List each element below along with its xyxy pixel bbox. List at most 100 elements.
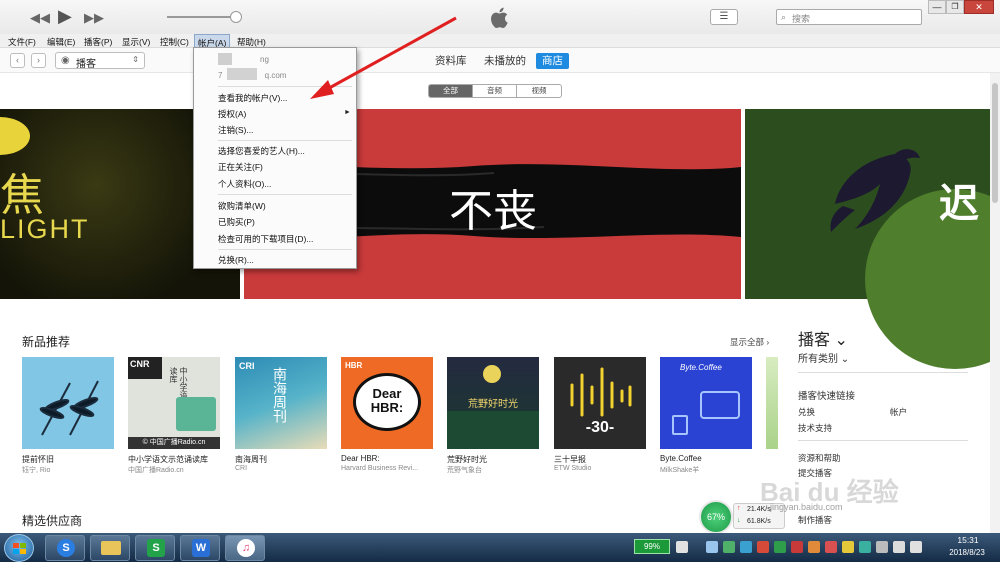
swallow-bird-icon	[830, 149, 920, 232]
see-all-link[interactable]: 显示全部 ›	[730, 336, 769, 348]
menu-wishlist[interactable]: 欲购清单(W)	[218, 200, 266, 212]
tile-7-name[interactable]: Byte.Coffee	[660, 454, 702, 463]
menu-edit[interactable]: 编辑(E)	[47, 36, 75, 48]
new-releases-title: 新品推荐	[22, 335, 71, 349]
back-button[interactable]: ‹	[10, 53, 25, 68]
network-percent-badge[interactable]: 67%	[699, 500, 733, 534]
menu-sign-out[interactable]: 注销(S)...	[218, 124, 253, 136]
podcast-tile-4[interactable]: HBR Dear HBR:	[341, 357, 433, 449]
sidebar-divider-1	[798, 372, 968, 373]
tile-3-name[interactable]: 南海周刊	[235, 454, 267, 465]
thirty-title: -30-	[585, 419, 615, 436]
tile-2-name[interactable]: 中小学语文示范诵读库	[128, 454, 208, 465]
sidebar-support[interactable]: 技术支持	[798, 422, 832, 434]
taskbar-date[interactable]: 2018/8/23	[940, 548, 994, 557]
tile-6-name[interactable]: 三十早报	[554, 454, 586, 465]
tile-5-author[interactable]: 荒野气象台	[447, 465, 482, 475]
banner-right[interactable]: 迟	[745, 109, 1000, 369]
sidebar-make[interactable]: 制作播客	[798, 514, 832, 526]
volume-tray-icon[interactable]	[910, 541, 922, 553]
tile-7-author[interactable]: MilkShake羊	[660, 465, 699, 475]
menu-purchased[interactable]: 已购买(P)	[218, 216, 255, 228]
tile-5-name[interactable]: 荒野好时光	[447, 454, 487, 465]
segment-audio[interactable]: 音频	[473, 85, 517, 97]
menu-bar: 文件(F) 编辑(E) 播客(P) 显示(V) 控制(C) 帐户(A) 帮助(H…	[0, 34, 1000, 48]
menu-file[interactable]: 文件(F)	[8, 36, 36, 48]
menu-view-account[interactable]: 查看我的帐户(V)...	[218, 92, 287, 104]
tray-icon-4[interactable]	[740, 541, 752, 553]
taskbar-time[interactable]: 15:31	[948, 535, 988, 545]
tray-icon-2[interactable]	[706, 541, 718, 553]
taskbar-sheets-icon[interactable]: S	[135, 535, 175, 561]
tile-2-author[interactable]: 中国广播Radio.cn	[128, 465, 184, 475]
restore-button[interactable]: ❐	[946, 0, 964, 14]
tile-1-name[interactable]: 提前怀旧	[22, 454, 54, 465]
podcast-tile-7[interactable]: Byte.Coffee	[660, 357, 752, 449]
laptop-shape	[700, 391, 740, 419]
menu-separator	[218, 194, 352, 195]
tray-icon-11[interactable]	[859, 541, 871, 553]
fast-forward-icon[interactable]: ▶▶	[84, 10, 104, 26]
battery-indicator[interactable]: 99%	[634, 539, 670, 554]
tile-6-author[interactable]: ETW Studio	[554, 465, 591, 472]
volume-knob[interactable]	[230, 11, 242, 23]
media-type-select[interactable]: ◉ 播客 ⇕	[55, 52, 145, 70]
podcast-tile-5[interactable]: 荒野好时光	[447, 357, 539, 449]
tile-4-name[interactable]: Dear HBR:	[341, 454, 380, 463]
taskbar-explorer-icon[interactable]	[90, 535, 130, 561]
rewind-icon[interactable]: ◀◀	[30, 10, 50, 26]
taskbar-writer-icon[interactable]: W	[180, 535, 220, 561]
sidebar-account[interactable]: 帐户	[890, 406, 907, 418]
taskbar-itunes-icon[interactable]: ♫	[225, 535, 265, 561]
tray-icon-13[interactable]	[893, 541, 905, 553]
podcast-tile-8-partial[interactable]	[766, 357, 778, 449]
tile-1-author[interactable]: 钰宁, Rio	[22, 465, 50, 475]
podcast-tile-1[interactable]	[22, 357, 114, 449]
list-view-button[interactable]: ☰	[710, 9, 738, 25]
scrollbar-thumb[interactable]	[992, 83, 998, 203]
tray-icon-8[interactable]	[808, 541, 820, 553]
tile-3-author[interactable]: CRI	[235, 465, 247, 472]
title-bar: ◀◀ ▶ ▶▶ ☰ ⌕ 搜索 — ❐ ✕	[0, 0, 1000, 34]
forward-button[interactable]: ›	[31, 53, 46, 68]
tray-icon-12[interactable]	[876, 541, 888, 553]
podcast-tile-6[interactable]: -30-	[554, 357, 646, 449]
podcast-tile-2[interactable]: CNR 中小学语文示范诵读库 © 中国广播Radio.cn	[128, 357, 220, 449]
search-field[interactable]: ⌕ 搜索	[776, 9, 922, 25]
menu-view[interactable]: 显示(V)	[122, 36, 150, 48]
menu-check-downloads[interactable]: 检查可用的下载项目(D)...	[218, 233, 313, 245]
tray-icon-3[interactable]	[723, 541, 735, 553]
minimize-button[interactable]: —	[928, 0, 946, 14]
menu-account[interactable]: 帐户(A)	[194, 34, 231, 48]
tray-icon-1[interactable]	[676, 541, 688, 553]
windows-orb-icon[interactable]	[4, 534, 34, 562]
menu-choose-artists[interactable]: 选择您喜爱的艺人(H)...	[218, 145, 305, 157]
menu-following[interactable]: 正在关注(F)	[218, 161, 263, 173]
tray-icon-7[interactable]	[791, 541, 803, 553]
sidebar-title[interactable]: 播客 ⌄	[798, 326, 848, 350]
menu-profile[interactable]: 个人资料(O)...	[218, 178, 271, 190]
sidebar-redeem[interactable]: 兑换	[798, 406, 815, 418]
tray-icon-9[interactable]	[825, 541, 837, 553]
play-icon[interactable]: ▶	[58, 6, 72, 27]
tray-icon-10[interactable]	[842, 541, 854, 553]
menu-authorize[interactable]: 授权(A)	[218, 108, 246, 120]
podcast-tile-3[interactable]: CRI 南海周刊	[235, 357, 327, 449]
volume-slider[interactable]	[167, 16, 237, 18]
tray-icon-6[interactable]	[774, 541, 786, 553]
menu-redeem[interactable]: 兑换(R)...	[218, 254, 254, 266]
tab-store[interactable]: 商店	[536, 53, 569, 69]
tile-4-author[interactable]: Harvard Business Revi...	[341, 465, 418, 472]
scrollbar-track[interactable]	[990, 73, 1000, 533]
tray-icon-5[interactable]	[757, 541, 769, 553]
taskbar-browser-icon[interactable]: S	[45, 535, 85, 561]
menu-control[interactable]: 控制(C)	[160, 36, 189, 48]
menu-podcast[interactable]: 播客(P)	[84, 36, 112, 48]
close-button[interactable]: ✕	[964, 0, 994, 14]
sidebar-divider-2	[798, 440, 968, 441]
tab-unplayed[interactable]: 未播放的	[484, 53, 526, 69]
nav-bar: ‹ › ◉ 播客 ⇕ 资料库 未播放的 商店	[0, 48, 1000, 73]
sidebar-help[interactable]: 资源和帮助	[798, 452, 841, 464]
sidebar-category[interactable]: 所有类别 ⌄	[798, 350, 849, 365]
segment-video[interactable]: 视频	[517, 85, 561, 97]
